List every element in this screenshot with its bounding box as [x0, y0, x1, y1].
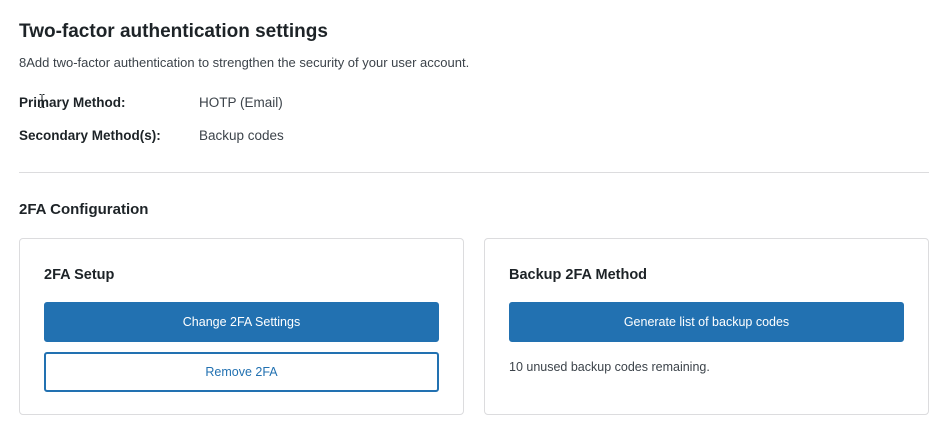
text-cursor-icon	[39, 94, 45, 108]
secondary-method-row: Secondary Method(s): Backup codes	[19, 127, 929, 145]
primary-method-label-text: Primary Method:	[19, 95, 126, 110]
two-factor-settings-page: Two-factor authentication settings 8Add …	[0, 0, 949, 442]
change-2fa-settings-button[interactable]: Change 2FA Settings	[44, 302, 439, 342]
primary-method-row: Primary Method: HOTP (Email)	[19, 94, 929, 112]
primary-method-value: HOTP (Email)	[199, 95, 283, 110]
secondary-method-value: Backup codes	[199, 128, 284, 143]
generate-backup-codes-button[interactable]: Generate list of backup codes	[509, 302, 904, 342]
primary-method-label: Primary Method:	[19, 94, 199, 112]
remove-2fa-button[interactable]: Remove 2FA	[44, 352, 439, 392]
page-description: 8Add two-factor authentication to streng…	[19, 55, 470, 70]
setup-card-title: 2FA Setup	[44, 267, 115, 283]
page-title: Two-factor authentication settings	[19, 21, 328, 42]
backup-codes-remaining-text: 10 unused backup codes remaining.	[509, 360, 710, 374]
section-divider	[19, 172, 929, 173]
secondary-method-label: Secondary Method(s):	[19, 128, 161, 143]
backup-card-title: Backup 2FA Method	[509, 267, 648, 283]
section-title-2fa-configuration: 2FA Configuration	[19, 201, 149, 218]
backup-card: Backup 2FA Method Generate list of backu…	[484, 238, 929, 415]
setup-card: 2FA Setup Change 2FA Settings Remove 2FA	[19, 238, 464, 415]
config-cards: 2FA Setup Change 2FA Settings Remove 2FA…	[19, 238, 929, 415]
